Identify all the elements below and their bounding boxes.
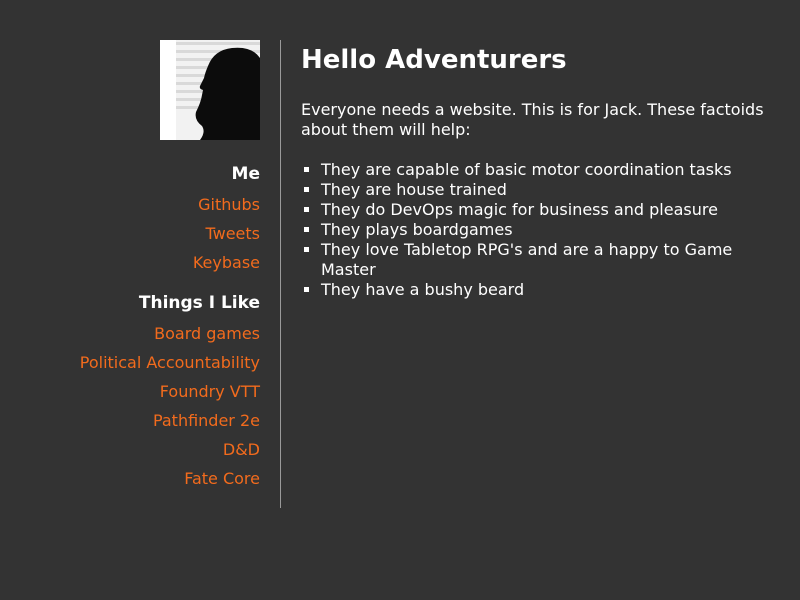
me-heading: Me: [231, 164, 260, 184]
sidebar-link-pathfinder-2e[interactable]: Pathfinder 2e: [153, 411, 260, 431]
sidebar-link-tweets[interactable]: Tweets: [205, 224, 260, 244]
list-item: They are house trained: [321, 180, 781, 200]
sidebar-link-dnd[interactable]: D&D: [223, 440, 260, 460]
sidebar-link-keybase[interactable]: Keybase: [193, 253, 260, 273]
sidebar-link-githubs[interactable]: Githubs: [198, 195, 260, 215]
list-item: They have a bushy beard: [321, 280, 781, 300]
bearded-silhouette-image: [160, 40, 260, 140]
intro-paragraph: Everyone needs a website. This is for Ja…: [301, 100, 764, 139]
list-item: They love Tabletop RPG's and are a happy…: [321, 240, 781, 280]
sidebar-link-fate-core[interactable]: Fate Core: [184, 469, 260, 489]
list-item: They plays boardgames: [321, 220, 781, 240]
sidebar-link-board-games[interactable]: Board games: [154, 324, 260, 344]
things-i-like-heading: Things I Like: [138, 293, 260, 313]
avatar: [160, 40, 260, 140]
page-title: Hello Adventurers: [301, 45, 567, 75]
facts-list: They are capable of basic motor coordina…: [301, 160, 781, 300]
sidebar-link-political-accountability[interactable]: Political Accountability: [80, 353, 260, 373]
sidebar-link-foundry-vtt[interactable]: Foundry VTT: [160, 382, 260, 402]
vertical-divider: [280, 40, 281, 508]
list-item: They are capable of basic motor coordina…: [321, 160, 781, 180]
list-item: They do DevOps magic for business and pl…: [321, 200, 781, 220]
